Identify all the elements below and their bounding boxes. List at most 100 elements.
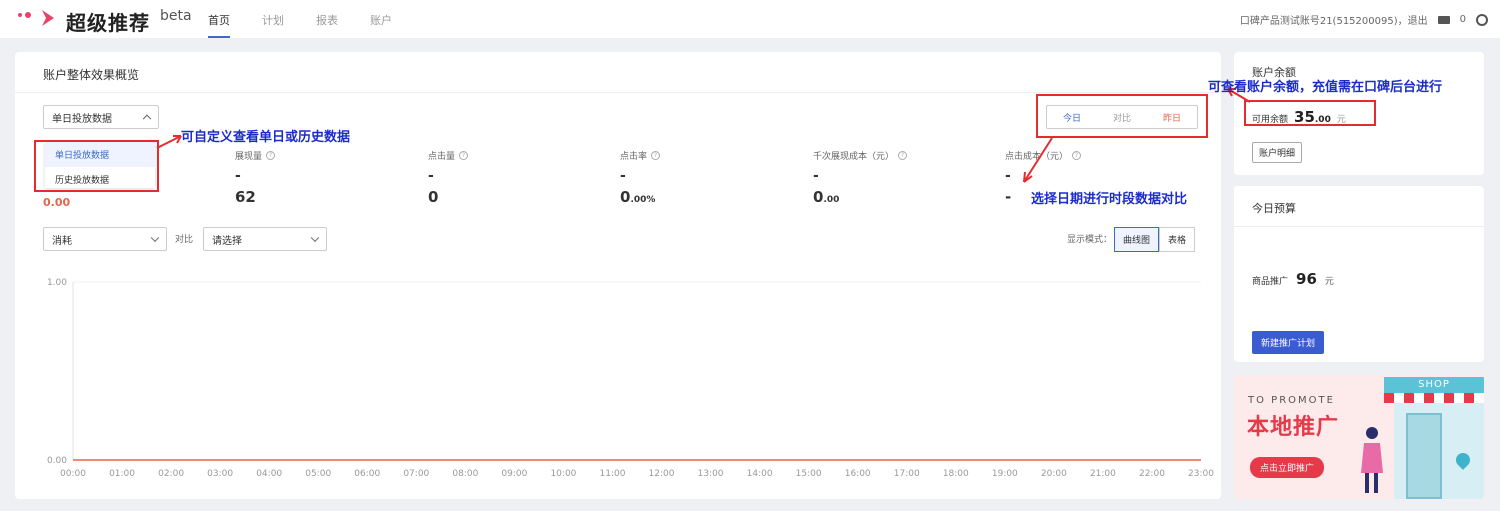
x-tick-label: 05:00	[305, 469, 331, 479]
chart-area: 1.00 0.00 00:00 01:00 02:00 03:00 04:00 05:00 06…	[15, 262, 1221, 492]
annotation-date-compare: 选择日期进行时段数据对比	[1031, 192, 1188, 207]
metric-label: 点击量	[428, 152, 456, 162]
x-tick-label: 16:00	[845, 469, 871, 479]
metric-dash: -	[428, 168, 434, 184]
metric-partial-value: 0.00	[43, 196, 71, 209]
nav-item-report[interactable]: 报表	[316, 12, 338, 38]
display-mode-buttons: 曲线图 表格	[1114, 227, 1196, 252]
x-tick-label: 13:00	[698, 469, 724, 479]
x-tick-label: 06:00	[354, 469, 380, 479]
metric-impressions: 展现量? - 62	[235, 149, 276, 206]
help-icon[interactable]: ?	[1072, 151, 1082, 160]
data-range-select[interactable]: 单日投放数据	[43, 105, 159, 129]
top-nav-bar: 超级推荐 beta 首页 计划 报表 账户 口碑产品测试账号21(5152000…	[0, 0, 1500, 38]
logo-icon	[18, 12, 31, 18]
annotation-arrow-2	[1023, 137, 1053, 183]
person-illustration-icon	[1361, 427, 1383, 493]
overview-title: 账户整体效果概览	[43, 68, 140, 82]
budget-row: 商品推广 96 元	[1252, 270, 1334, 288]
x-tick-label: 01:00	[109, 469, 135, 479]
x-tick-label: 21:00	[1090, 469, 1116, 479]
x-tick-label: 20:00	[1041, 469, 1067, 479]
overview-card: 账户整体效果概览 单日投放数据 单日投放数据 历史投放数据 今日 对比 昨日 0…	[15, 52, 1221, 499]
x-tick-label: 11:00	[600, 469, 626, 479]
x-tick-label: 14:00	[747, 469, 773, 479]
annotation-box-date-tabs	[1036, 94, 1208, 138]
x-tick-label: 19:00	[992, 469, 1018, 479]
x-tick-label: 07:00	[403, 469, 429, 479]
shop-door	[1406, 413, 1442, 499]
x-tick-label: 09:00	[501, 469, 527, 479]
promo-banner[interactable]: SHOP TO PROMOTE 本地推广 点击立即推广	[1234, 375, 1484, 499]
account-detail-button[interactable]: 账户明细	[1252, 142, 1303, 163]
x-tick-label: 02:00	[158, 469, 184, 479]
x-tick-label: 23:00	[1188, 469, 1214, 479]
chevron-down-icon	[310, 233, 320, 243]
nav-item-plan[interactable]: 计划	[262, 12, 284, 38]
metric-dash: -	[235, 168, 241, 184]
beta-label: beta	[160, 8, 192, 24]
x-tick-label: 18:00	[943, 469, 969, 479]
x-tick-label: 03:00	[207, 469, 233, 479]
budget-card: 今日预算 商品推广 96 元 新建推广计划	[1234, 186, 1484, 362]
annotation-box-dropdown	[34, 140, 159, 192]
metric-cpm: 千次展现成本（元）? - 0.00	[813, 149, 908, 206]
balance-card: 账户余额 可用余额 35.00 元 账户明细	[1234, 52, 1484, 175]
promo-cn-title: 本地推广	[1247, 415, 1340, 440]
promote-now-button[interactable]: 点击立即推广	[1250, 457, 1325, 478]
brand-name: 超级推荐	[66, 11, 150, 35]
chevron-up-icon	[142, 114, 152, 124]
shop-awning	[1384, 393, 1484, 403]
settings-icon[interactable]	[1476, 13, 1488, 26]
budget-unit: 元	[1324, 277, 1334, 287]
y-tick-label: 1.00	[47, 278, 67, 288]
mode-line-chart-button[interactable]: 曲线图	[1114, 227, 1160, 252]
metric-clicks: 点击量? - 0	[428, 149, 469, 206]
mode-table-button[interactable]: 表格	[1159, 227, 1196, 252]
logo-chevron-icon	[42, 10, 54, 26]
metric-ctr: 点击率? - 0.00%	[620, 149, 661, 206]
budget-value: 96	[1296, 270, 1317, 288]
metric-label: 点击率	[620, 152, 648, 162]
budget-title: 今日预算	[1252, 202, 1296, 215]
metric-select-value: 消耗	[52, 235, 72, 247]
metric-value: 62	[235, 188, 256, 206]
metric-select[interactable]: 消耗	[43, 227, 167, 251]
x-tick-label: 15:00	[796, 469, 822, 479]
annotation-custom-view: 可自定义查看单日或历史数据	[181, 130, 351, 145]
compare-label: 对比	[175, 235, 194, 245]
help-icon[interactable]: ?	[898, 151, 908, 160]
chevron-down-icon	[150, 233, 160, 243]
compare-select[interactable]: 请选择	[203, 227, 327, 251]
compare-select-placeholder: 请选择	[212, 235, 242, 247]
metric-dash: -	[620, 168, 626, 184]
metric-value: 0.00%	[620, 188, 656, 206]
mail-icon[interactable]	[1437, 15, 1450, 24]
main-nav: 首页 计划 报表 账户	[208, 12, 424, 38]
nav-item-home[interactable]: 首页	[208, 12, 230, 38]
help-icon[interactable]: ?	[459, 151, 469, 160]
line-chart: 1.00 0.00 00:00 01:00 02:00 03:00 04:00 05:00 06…	[47, 278, 1214, 479]
x-tick-label: 22:00	[1139, 469, 1165, 479]
display-mode-label: 显示模式：	[1067, 235, 1113, 245]
budget-label: 商品推广	[1252, 277, 1289, 287]
annotation-balance-note: 可查看账户余额，充值需在口碑后台进行	[1208, 80, 1443, 95]
metric-label: 千次展现成本（元）	[813, 152, 895, 162]
help-icon[interactable]: ?	[651, 151, 661, 160]
shop-sign: SHOP	[1384, 377, 1484, 393]
x-tick-label: 10:00	[550, 469, 576, 479]
annotation-box-balance	[1244, 100, 1376, 126]
promo-en-text: TO PROMOTE	[1248, 395, 1335, 406]
user-area: 口碑产品测试账号21(515200095)，退出 0	[1240, 12, 1488, 27]
nav-item-account[interactable]: 账户	[370, 12, 392, 38]
help-icon[interactable]: ?	[266, 151, 276, 160]
data-range-select-value: 单日投放数据	[52, 113, 112, 125]
x-tick-label: 17:00	[894, 469, 920, 479]
mail-count: 0	[1459, 14, 1466, 25]
new-plan-button[interactable]: 新建推广计划	[1252, 331, 1325, 354]
metric-partial: 0.00	[43, 192, 70, 209]
x-tick-label: 04:00	[256, 469, 282, 479]
x-tick-label: 08:00	[452, 469, 478, 479]
metric-dash: -	[813, 168, 819, 184]
account-logout-text[interactable]: 口碑产品测试账号21(515200095)，退出	[1240, 12, 1428, 27]
